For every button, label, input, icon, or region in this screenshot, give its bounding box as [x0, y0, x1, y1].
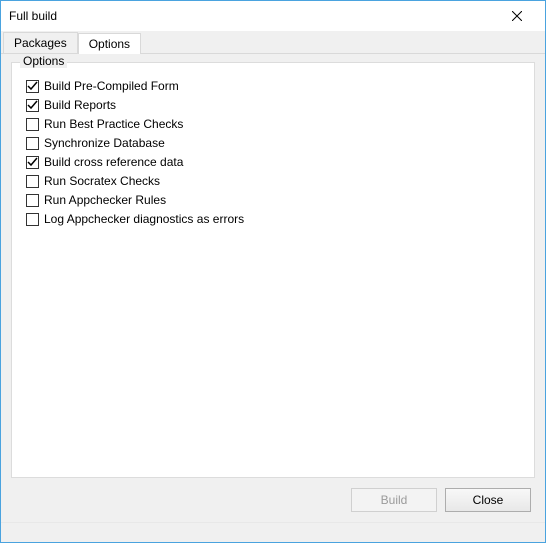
- close-icon: [512, 11, 522, 21]
- checkbox-icon: [26, 99, 39, 112]
- option-run-best-practice-checks[interactable]: Run Best Practice Checks: [22, 115, 524, 133]
- button-label: Build: [381, 493, 408, 507]
- option-label: Log Appchecker diagnostics as errors: [44, 212, 244, 226]
- window-close-button[interactable]: [497, 2, 537, 30]
- option-synchronize-database[interactable]: Synchronize Database: [22, 134, 524, 152]
- checkbox-icon: [26, 137, 39, 150]
- checkbox-icon: [26, 156, 39, 169]
- content-area: Options Build Pre-Compiled Form Build Re…: [1, 54, 545, 522]
- checkbox-icon: [26, 175, 39, 188]
- tab-label: Options: [89, 37, 130, 51]
- option-label: Build Reports: [44, 98, 116, 112]
- option-run-socratex-checks[interactable]: Run Socratex Checks: [22, 172, 524, 190]
- option-label: Run Best Practice Checks: [44, 117, 183, 131]
- dialog-window: Full build Packages Options Options Buil…: [0, 0, 546, 543]
- button-row: Build Close: [11, 478, 535, 516]
- checkbox-icon: [26, 118, 39, 131]
- checkbox-icon: [26, 194, 39, 207]
- option-build-cross-reference-data[interactable]: Build cross reference data: [22, 153, 524, 171]
- checkbox-icon: [26, 80, 39, 93]
- option-label: Synchronize Database: [44, 136, 165, 150]
- option-label: Run Socratex Checks: [44, 174, 160, 188]
- tab-options[interactable]: Options: [78, 33, 141, 54]
- tab-packages[interactable]: Packages: [3, 32, 78, 53]
- option-log-appchecker-diagnostics-as-errors[interactable]: Log Appchecker diagnostics as errors: [22, 210, 524, 228]
- statusbar: [1, 522, 545, 542]
- option-build-precompiled-form[interactable]: Build Pre-Compiled Form: [22, 77, 524, 95]
- close-button[interactable]: Close: [445, 488, 531, 512]
- option-label: Run Appchecker Rules: [44, 193, 166, 207]
- titlebar: Full build: [1, 1, 545, 31]
- tabstrip: Packages Options: [1, 31, 545, 54]
- option-label: Build cross reference data: [44, 155, 183, 169]
- build-button[interactable]: Build: [351, 488, 437, 512]
- checkbox-icon: [26, 213, 39, 226]
- button-label: Close: [473, 493, 504, 507]
- option-label: Build Pre-Compiled Form: [44, 79, 179, 93]
- option-build-reports[interactable]: Build Reports: [22, 96, 524, 114]
- options-groupbox: Options Build Pre-Compiled Form Build Re…: [11, 62, 535, 478]
- option-run-appchecker-rules[interactable]: Run Appchecker Rules: [22, 191, 524, 209]
- tab-label: Packages: [14, 36, 67, 50]
- groupbox-label: Options: [20, 54, 67, 68]
- window-title: Full build: [9, 9, 497, 23]
